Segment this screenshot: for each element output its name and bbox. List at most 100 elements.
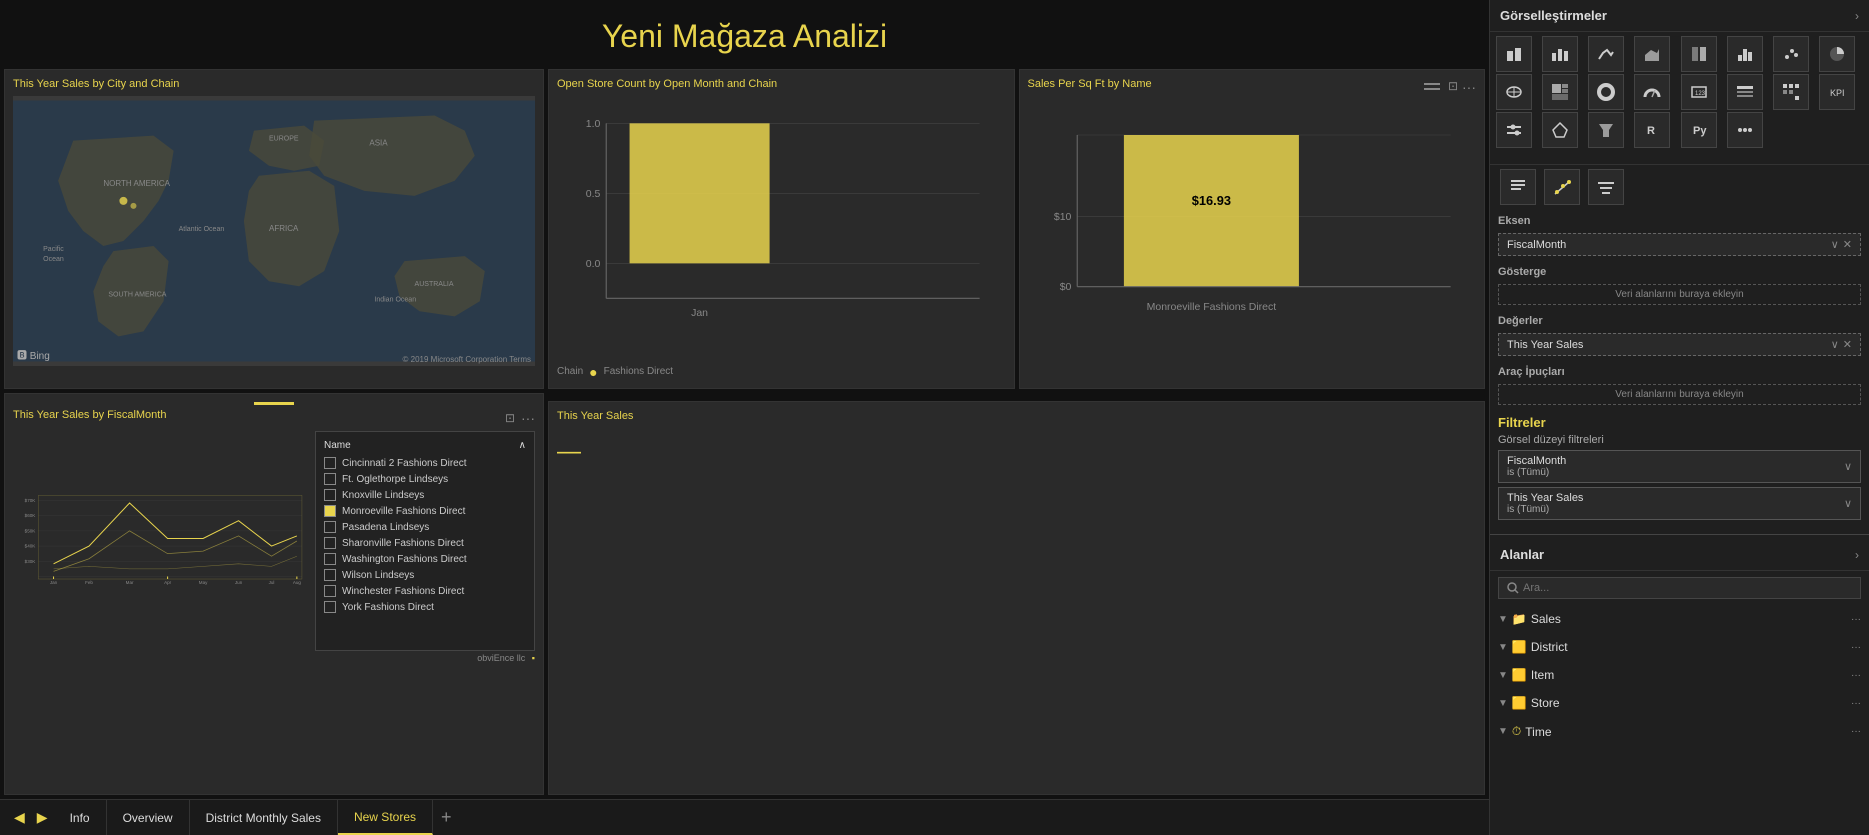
svg-text:$0: $0 xyxy=(1059,281,1071,293)
viz-gauge[interactable] xyxy=(1634,74,1670,110)
line-chart-main: $70K $60K $50K $40K $30K Jan Feb Mar Apr xyxy=(13,431,307,651)
degerler-chevron[interactable]: ∨ xyxy=(1831,338,1839,351)
resize-handle[interactable] xyxy=(254,402,294,405)
field-group-district-header[interactable]: ▼ 🟨 District ··· xyxy=(1498,637,1861,657)
gorsel-title: Görselleştirmeler xyxy=(1500,8,1607,23)
viz-waterfall[interactable] xyxy=(1727,36,1763,72)
field-group-time: ▼ ⏱ Time ··· xyxy=(1490,717,1869,746)
sales-more[interactable]: ··· xyxy=(1851,614,1861,625)
viz-clustered-bar[interactable] xyxy=(1542,36,1578,72)
viz-funnel[interactable] xyxy=(1588,112,1624,148)
field-group-time-header[interactable]: ▼ ⏱ Time ··· xyxy=(1498,721,1861,742)
expand-icon-sqft[interactable]: ⊡ xyxy=(1448,79,1458,95)
legend-item-4: Pasadena Lindseys xyxy=(324,521,526,533)
alanlar-arrow[interactable]: › xyxy=(1855,548,1859,562)
viz-pie[interactable] xyxy=(1819,36,1855,72)
field-group-sales: ▼ 📁 Sales ··· xyxy=(1490,605,1869,633)
tab-overview[interactable]: Overview xyxy=(107,800,190,835)
tab-prev-btn[interactable]: ◀ xyxy=(8,800,31,835)
legend-checkbox-1[interactable] xyxy=(324,473,336,485)
svg-text:$60K: $60K xyxy=(25,513,36,518)
arac-empty[interactable]: Veri alanlarını buraya ekleyin xyxy=(1498,384,1861,405)
open-store-title: Open Store Count by Open Month and Chain xyxy=(557,78,777,90)
legend-checkbox-9[interactable] xyxy=(324,601,336,613)
filter-1-chevron[interactable]: ∨ xyxy=(1844,460,1852,473)
viz-line-chart[interactable] xyxy=(1588,36,1624,72)
viz-table[interactable] xyxy=(1727,74,1763,110)
more-options-sqft[interactable]: ··· xyxy=(1462,79,1476,95)
viz-more[interactable] xyxy=(1727,112,1763,148)
gorsel-arrow[interactable]: › xyxy=(1855,9,1859,23)
legend-item-0: Cincinnati 2 Fashions Direct xyxy=(324,457,526,469)
viz-scatter[interactable] xyxy=(1773,36,1809,72)
map-background[interactable]: NORTH AMERICA SOUTH AMERICA ASIA EUROPE … xyxy=(13,96,535,366)
fields-vis-icon[interactable] xyxy=(1588,169,1624,205)
degerler-field[interactable]: This Year Sales ∨ ✕ xyxy=(1498,333,1861,356)
viz-matrix[interactable] xyxy=(1773,74,1809,110)
hamburger-menu[interactable] xyxy=(1420,79,1444,95)
degerler-x[interactable]: ✕ xyxy=(1843,338,1852,351)
filter-1[interactable]: FiscalMonth is (Tümü) ∨ xyxy=(1498,450,1861,483)
legend-checkbox-5[interactable] xyxy=(324,537,336,549)
svg-text:May: May xyxy=(199,580,208,585)
fields-search-input[interactable] xyxy=(1523,582,1852,594)
filtreler-section: Filtreler Görsel düzeyi filtreleri Fisca… xyxy=(1490,409,1869,530)
eksen-chevron[interactable]: ∨ xyxy=(1831,238,1839,251)
viz-stacked-bar[interactable] xyxy=(1496,36,1532,72)
tab-new-stores[interactable]: New Stores xyxy=(338,800,433,835)
field-group-item-header[interactable]: ▼ 🟨 Item ··· xyxy=(1498,665,1861,685)
filter-2-chevron[interactable]: ∨ xyxy=(1844,497,1852,510)
viz-area-chart[interactable] xyxy=(1634,36,1670,72)
line-chart-widget: This Year Sales by FiscalMonth ⊡ ··· xyxy=(4,393,544,795)
legend-checkbox-6[interactable] xyxy=(324,553,336,565)
viz-slicer[interactable] xyxy=(1496,112,1532,148)
time-more[interactable]: ··· xyxy=(1851,726,1861,737)
svg-text:AUSTRALIA: AUSTRALIA xyxy=(415,281,454,288)
item-label: Item xyxy=(1531,668,1554,682)
fields-search-box[interactable] xyxy=(1498,577,1861,599)
tab-district-monthly[interactable]: District Monthly Sales xyxy=(190,800,338,835)
viz-treemap[interactable] xyxy=(1542,74,1578,110)
eksen-x[interactable]: ✕ xyxy=(1843,238,1852,251)
filter-2[interactable]: This Year Sales is (Tümü) ∨ xyxy=(1498,487,1861,520)
analytics-icon[interactable] xyxy=(1544,169,1580,205)
viz-donut[interactable] xyxy=(1588,74,1624,110)
store-more[interactable]: ··· xyxy=(1851,698,1861,709)
svg-text:Pacific: Pacific xyxy=(43,246,64,253)
svg-text:NORTH AMERICA: NORTH AMERICA xyxy=(103,179,170,188)
format-icon[interactable] xyxy=(1500,169,1536,205)
legend-checkbox-8[interactable] xyxy=(324,585,336,597)
viz-python[interactable]: Py xyxy=(1681,112,1717,148)
legend-checkbox-7[interactable] xyxy=(324,569,336,581)
district-more[interactable]: ··· xyxy=(1851,642,1861,653)
eksen-field[interactable]: FiscalMonth ∨ ✕ xyxy=(1498,233,1861,256)
time-icon: ⏱ xyxy=(1512,724,1521,739)
logo-icon: ▪ xyxy=(532,653,535,663)
viz-card[interactable]: 123 xyxy=(1681,74,1717,110)
viz-kpi[interactable]: KPI xyxy=(1819,74,1855,110)
gorsel-filter-label: Görsel düzeyi filtreleri xyxy=(1498,434,1861,446)
legend-checkbox-2[interactable] xyxy=(324,489,336,501)
add-tab-btn[interactable]: + xyxy=(433,807,460,828)
viz-shape-map[interactable] xyxy=(1542,112,1578,148)
item-more[interactable]: ··· xyxy=(1851,670,1861,681)
page-title: Yeni Mağaza Analizi xyxy=(0,0,1489,65)
gosterge-empty[interactable]: Veri alanlarını buraya ekleyin xyxy=(1498,284,1861,305)
viz-map[interactable] xyxy=(1496,74,1532,110)
viz-ribbon[interactable] xyxy=(1681,36,1717,72)
field-group-store-header[interactable]: ▼ 🟨 Store ··· xyxy=(1498,693,1861,713)
filter-2-name: This Year Sales xyxy=(1507,492,1583,504)
chevron-sales: ▼ xyxy=(1498,614,1508,625)
line-chart-title: This Year Sales by FiscalMonth xyxy=(13,409,166,421)
field-group-sales-header[interactable]: ▼ 📁 Sales ··· xyxy=(1498,609,1861,629)
legend-checkbox-3[interactable] xyxy=(324,505,336,517)
legend-checkbox-0[interactable] xyxy=(324,457,336,469)
item-icon: 🟨 xyxy=(1512,668,1527,682)
map-copyright: © 2019 Microsoft Corporation Terms xyxy=(403,355,531,364)
tab-next-btn[interactable]: ▶ xyxy=(31,800,54,835)
legend-checkbox-4[interactable] xyxy=(324,521,336,533)
expand-icon[interactable]: ⊡ xyxy=(505,411,515,425)
viz-r-visual[interactable]: R xyxy=(1634,112,1670,148)
tab-info[interactable]: Info xyxy=(54,800,107,835)
more-options-icon[interactable]: ··· xyxy=(521,410,535,426)
